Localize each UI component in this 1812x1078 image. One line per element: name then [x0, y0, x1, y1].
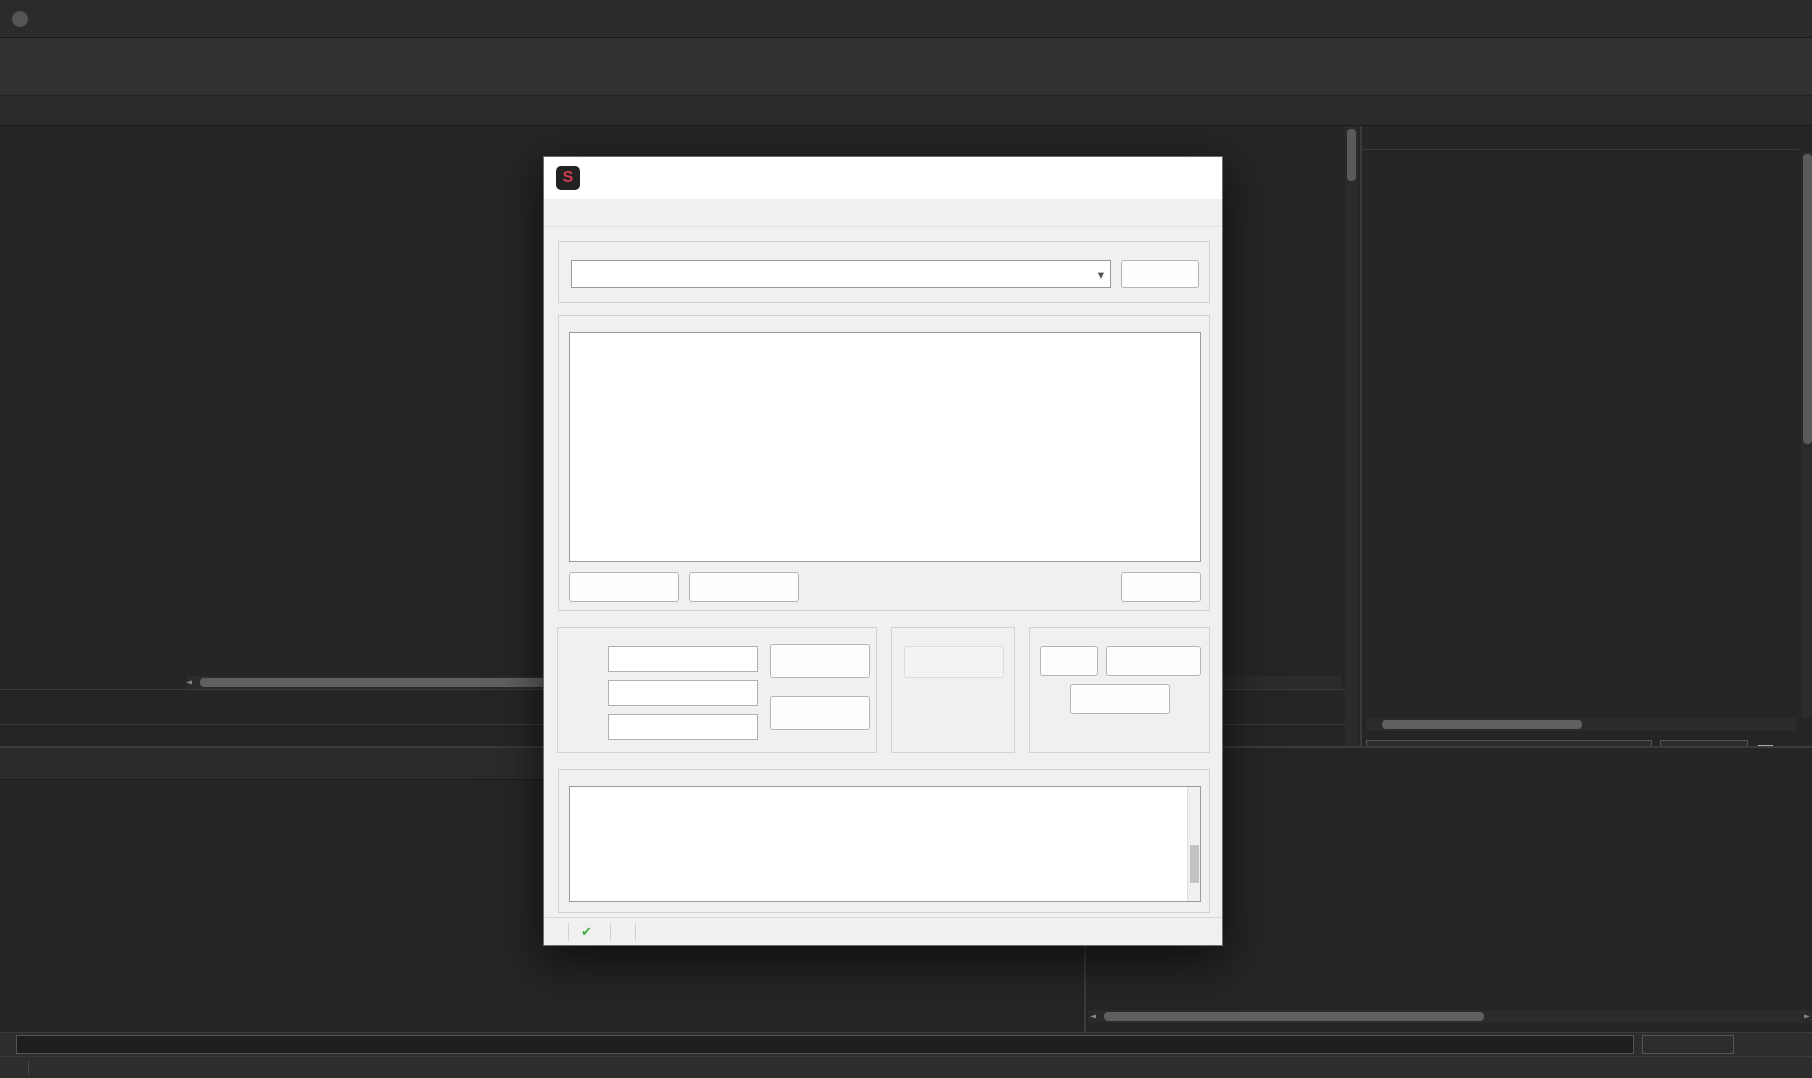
fix-dump-button[interactable]: [1070, 684, 1170, 714]
actions-group: [891, 627, 1015, 753]
minimize-button[interactable]: [1674, 0, 1720, 38]
maximize-button[interactable]: [1720, 0, 1766, 38]
scroll-right-arrow-icon[interactable]: ►: [1804, 1010, 1810, 1023]
scylla-status-bar: ✔: [544, 917, 1222, 945]
hide-fpu-button[interactable]: [1362, 126, 1799, 150]
scylla-dialog: S ▾: [543, 156, 1223, 946]
show-invalid-button[interactable]: [569, 572, 679, 602]
log-scrollbar[interactable]: [1187, 787, 1200, 901]
registers-vertical-scrollbar[interactable]: [1801, 152, 1812, 718]
command-input[interactable]: [16, 1035, 1634, 1054]
process-select[interactable]: ▾: [571, 260, 1111, 288]
scylla-maximize-button[interactable]: [1130, 157, 1176, 199]
clear-button[interactable]: [1121, 572, 1201, 602]
attach-group: ▾: [558, 241, 1210, 303]
scylla-minimize-button[interactable]: [1084, 157, 1130, 199]
scroll-left-arrow-icon[interactable]: ◄: [186, 676, 192, 689]
app-icon: [12, 11, 28, 27]
close-button[interactable]: [1766, 0, 1812, 38]
registers-pane[interactable]: ▾ ▾ ▴: [1360, 126, 1812, 746]
pick-dll-button[interactable]: [1121, 260, 1199, 288]
size-input[interactable]: [608, 714, 758, 740]
dump-group: [1029, 627, 1210, 753]
iat-info-group: [557, 627, 877, 753]
invalid-count: ✔: [569, 924, 610, 940]
show-suspect-button[interactable]: [689, 572, 799, 602]
scylla-menubar: [544, 199, 1222, 227]
x32dbg-window: ◄ ▾ ▾ ▴: [0, 0, 1812, 1078]
registers-horizontal-scrollbar[interactable]: [1366, 718, 1796, 731]
scylla-titlebar[interactable]: S: [544, 157, 1222, 199]
va-input[interactable]: [608, 680, 758, 706]
stack-horizontal-scrollbar[interactable]: ◄ ►: [1088, 1010, 1812, 1023]
scroll-left-arrow-icon[interactable]: ◄: [1090, 1010, 1096, 1023]
pe-rebuild-button[interactable]: [1106, 646, 1201, 676]
scylla-log[interactable]: [569, 786, 1201, 902]
command-profile-select[interactable]: [1642, 1035, 1734, 1054]
toolbar: [0, 64, 1812, 96]
chevron-down-icon: ▾: [1098, 267, 1104, 282]
autotrace-button[interactable]: [904, 646, 1004, 678]
menubar: [0, 38, 1812, 64]
imports-group: [558, 315, 1210, 611]
iat-autosearch-button[interactable]: [770, 644, 870, 678]
disasm-vertical-scrollbar[interactable]: [1345, 126, 1358, 746]
command-bar: [0, 1032, 1812, 1056]
scylla-close-button[interactable]: [1176, 157, 1222, 199]
scylla-app-icon: S: [556, 166, 580, 190]
log-group: [558, 769, 1210, 913]
dump-button[interactable]: [1040, 646, 1098, 676]
check-icon: ✔: [581, 924, 592, 940]
status-bar: [0, 1056, 1812, 1078]
titlebar: [0, 0, 1812, 38]
tabbar: [0, 96, 1812, 126]
imports-tree[interactable]: [569, 332, 1201, 562]
oep-input[interactable]: [608, 646, 758, 672]
get-imports-button[interactable]: [770, 696, 870, 730]
